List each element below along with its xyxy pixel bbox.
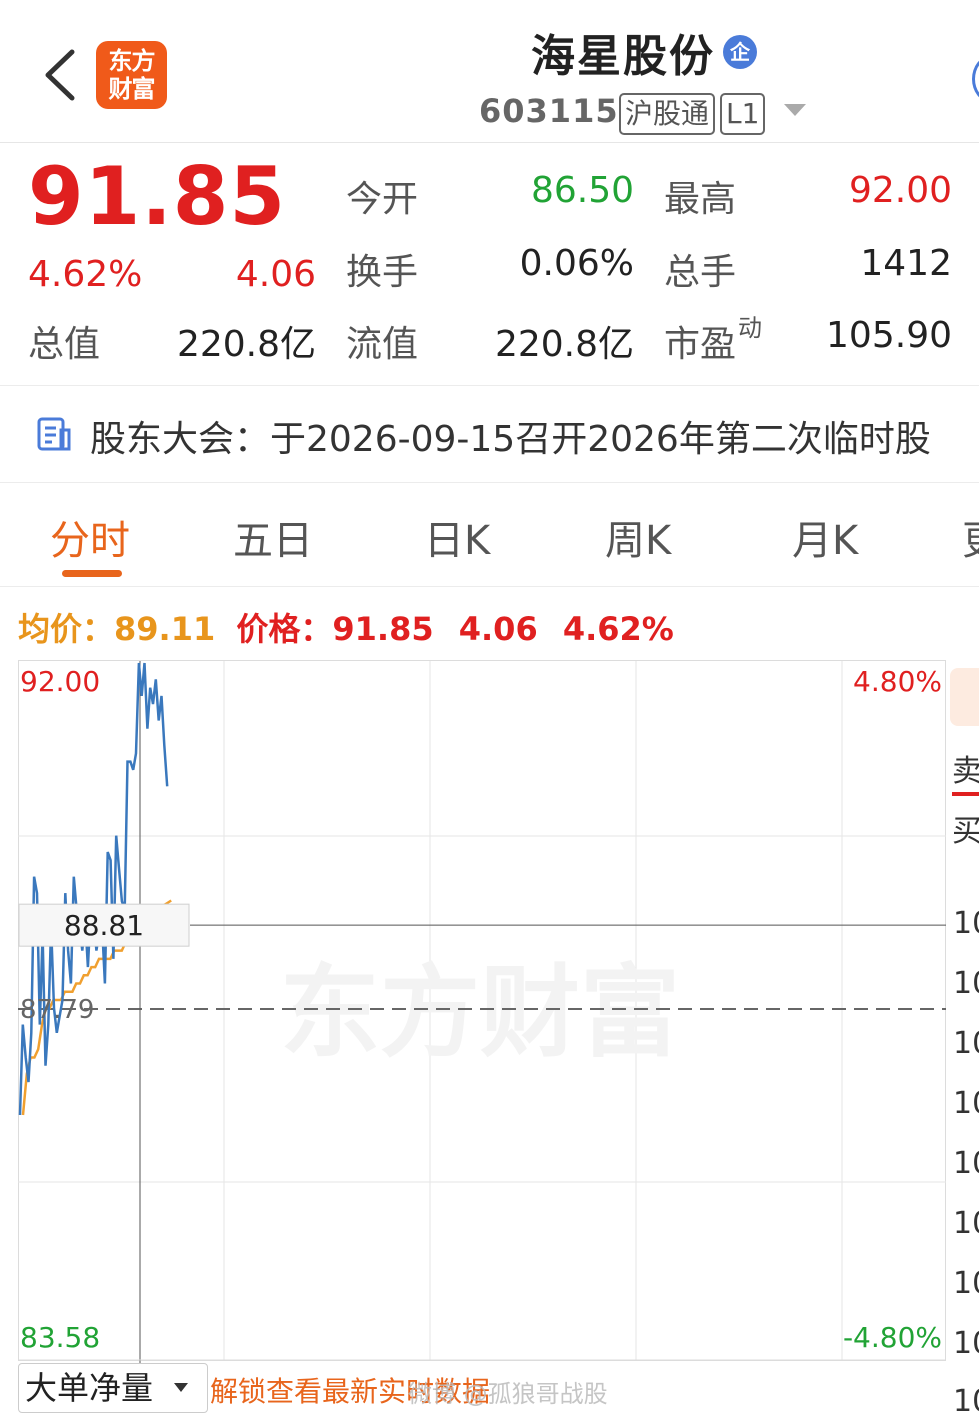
logo-line1: 东方 xyxy=(108,47,156,75)
float-cap-value: 220.8亿 xyxy=(494,324,634,365)
y-axis-min-label: 83.58 xyxy=(20,1321,100,1354)
divider xyxy=(0,482,979,483)
float-cap-label: 流值 xyxy=(346,324,419,365)
pct-axis-min-label: -4.80% xyxy=(843,1321,942,1354)
high-label: 最高 xyxy=(664,179,737,220)
chart-watermark: 东方财富 xyxy=(280,954,680,1071)
app-logo: 东方 财富 xyxy=(96,41,167,109)
crosshair-value: 88.81 xyxy=(64,909,144,942)
document-icon xyxy=(36,416,72,452)
price-label: 价格： xyxy=(236,610,333,648)
tab-weekly-k[interactable]: 周K xyxy=(605,508,671,566)
chart-info-line: 均价：89.11 价格：91.85 4.06 4.62% xyxy=(18,604,674,650)
divider xyxy=(0,385,979,386)
turnover-value: 0.06% xyxy=(519,243,634,284)
side-toggle-button[interactable] xyxy=(950,668,979,726)
side-depth-item: 10 xyxy=(953,1266,979,1301)
volume-label: 总手 xyxy=(664,252,737,293)
buy-tab[interactable]: 买 xyxy=(952,806,979,850)
change-percent: 4.62% xyxy=(28,254,143,295)
announcement-text[interactable]: 股东大会：于2026-09-15召开2026年第二次临时股 xyxy=(90,410,931,462)
turnover-label: 换手 xyxy=(346,252,419,293)
quote-level-tag: L1 xyxy=(720,93,766,135)
volume-value: 1412 xyxy=(860,243,952,284)
sell-tab-indicator xyxy=(952,792,979,796)
change-amount: 4.06 xyxy=(235,254,316,295)
side-depth-item: 10 xyxy=(953,1206,979,1241)
y-axis-max-label: 92.00 xyxy=(20,665,100,698)
avg-price-value: 89.11 xyxy=(114,610,216,648)
side-depth-item: 10 xyxy=(953,1086,979,1121)
dropdown-caret-icon[interactable] xyxy=(784,104,806,116)
side-depth-item: 10 xyxy=(953,1026,979,1061)
current-price: 91.85 xyxy=(28,150,287,243)
high-value: 92.00 xyxy=(848,170,952,211)
pe-value: 105.90 xyxy=(826,315,952,356)
chevron-left-icon xyxy=(45,49,75,101)
open-label: 今开 xyxy=(346,179,419,220)
tab-more[interactable]: 更 xyxy=(962,508,979,566)
pe-label: 市盈 xyxy=(664,324,737,365)
intraday-chart[interactable]: 东方财富 88.81 92.00 83.58 4.80% -4.80% 87.7… xyxy=(0,655,979,1413)
active-tab-indicator xyxy=(62,570,122,577)
sell-tab[interactable]: 卖 xyxy=(952,746,979,790)
market-cap-label: 总值 xyxy=(28,324,101,365)
change-percent: 4.62% xyxy=(562,610,674,648)
price-line xyxy=(18,662,169,1116)
pct-axis-max-label: 4.80% xyxy=(853,665,942,698)
side-depth-item: 10 xyxy=(953,906,979,941)
price-value: 91.85 xyxy=(332,610,434,648)
pe-super: 动 xyxy=(738,314,762,342)
side-depth-item: 10 xyxy=(953,966,979,1001)
open-value: 86.50 xyxy=(530,170,634,211)
tab-daily-k[interactable]: 日K xyxy=(424,508,490,566)
market-cap-value: 220.8亿 xyxy=(176,324,316,365)
tab-intraday[interactable]: 分时 xyxy=(50,508,130,566)
avg-price-label: 均价： xyxy=(18,610,115,648)
caret-down-icon xyxy=(174,1383,188,1392)
back-button[interactable] xyxy=(36,40,96,110)
change-amount: 4.06 xyxy=(458,610,538,648)
logo-line2: 财富 xyxy=(108,75,156,103)
side-depth-item: 10 xyxy=(953,1146,979,1181)
side-depth-item: 10 xyxy=(953,1326,979,1361)
weibo-watermark: 微博 @孤狼哥战股 xyxy=(408,1380,608,1408)
tab-five-day[interactable]: 五日 xyxy=(233,508,313,566)
side-depth-item: 10 xyxy=(953,1384,979,1419)
stock-code: 603115 xyxy=(479,92,619,130)
stock-name: 海星股份 xyxy=(531,31,715,82)
divider xyxy=(0,586,979,587)
prev-close-label: 87.79 xyxy=(20,995,94,1025)
market-connect-tag: 沪股通 xyxy=(619,93,716,135)
enterprise-badge: 企 xyxy=(723,35,757,69)
tab-monthly-k[interactable]: 月K xyxy=(792,508,858,566)
